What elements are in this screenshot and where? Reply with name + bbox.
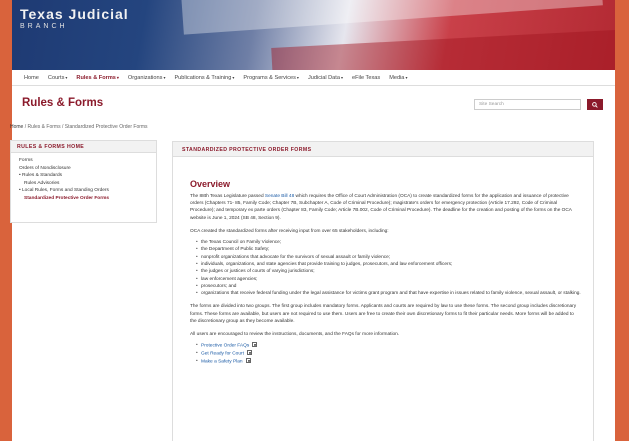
sidebar-list: Forms Orders of Nondisclosure • Rules & St… xyxy=(11,153,156,202)
nav-label: Organizations xyxy=(127,74,163,81)
caret-down-icon: ▾ xyxy=(340,74,343,80)
sidebar-item-orders-of-nondisclosure[interactable]: Orders of Nondisclosure xyxy=(19,165,156,173)
list-item: individuals, organizations, and state ag… xyxy=(196,261,581,269)
caret-down-icon: ▾ xyxy=(116,74,119,80)
nav-label: Publications & Training xyxy=(174,74,232,81)
resource-link[interactable]: Protective Order FAQs xyxy=(196,342,581,350)
stakeholders-intro: OCA created the standardized forms after… xyxy=(190,228,389,234)
intro-paragraph: The 88th Texas Legislature passed Senate… xyxy=(190,193,581,222)
senate-bill-link[interactable]: Senate Bill 48 xyxy=(265,194,294,199)
resource-link-label: Make a Safety Plan xyxy=(201,359,243,365)
search-icon xyxy=(592,101,598,108)
main-content: Overview The 88th Texas Legislature pass… xyxy=(173,179,593,366)
list-item: the Department of Public Safety; xyxy=(196,246,581,254)
list-item: the Texas Council on Family Violence; xyxy=(196,239,581,247)
caret-down-icon: ▾ xyxy=(163,74,166,80)
nav-item-home[interactable]: Home xyxy=(24,75,39,81)
caret-down-icon: ▾ xyxy=(232,74,235,80)
nav-item-rules-forms[interactable]: Rules & Forms▾ xyxy=(76,75,119,81)
sidebar-item-rules-standards[interactable]: • Rules & Standards xyxy=(19,172,156,180)
stakeholder-list: the Texas Council on Family Violence;the… xyxy=(190,239,581,298)
caret-down-icon: ▾ xyxy=(296,74,299,80)
nav-item-media[interactable]: Media▾ xyxy=(389,75,407,81)
nav-item-publications-training[interactable]: Publications & Training▾ xyxy=(174,75,234,81)
nav-item-programs-services[interactable]: Programs & Services▾ xyxy=(243,75,299,81)
page-title: Rules & Forms xyxy=(22,97,104,109)
list-item: prosecutors; and xyxy=(196,283,581,291)
nav-label: Media xyxy=(389,74,405,81)
overview-heading: Overview xyxy=(190,179,231,189)
resource-link[interactable]: Get Ready for Court xyxy=(196,350,581,358)
forms-groups-paragraph: The forms are divided into two groups. T… xyxy=(190,304,577,324)
list-item: law enforcement agencies; xyxy=(196,276,581,284)
intro-text-pre: The 88th Texas Legislature passed xyxy=(190,194,265,199)
nav-label: Programs & Services xyxy=(243,74,296,81)
site-logo[interactable]: Texas Judicial BRANCH xyxy=(20,6,129,30)
document-icon xyxy=(245,358,251,364)
main-panel: STANDARDIZED PROTECTIVE ORDER FORMS Over… xyxy=(172,141,594,441)
sidebar-item-local-rules-forms-and-standing-orders[interactable]: • Local Rules, Forms and Standing Orders xyxy=(19,187,156,195)
main-nav: Home Courts▾ Rules & Forms▾ Organizations▾ P… xyxy=(12,70,615,86)
banner-flag-stripe-red xyxy=(271,28,615,70)
nav-label: eFile Texas xyxy=(351,74,381,81)
resource-link-label: Protective Order FAQs xyxy=(201,343,250,349)
resource-link-label: Get Ready for Court xyxy=(201,351,244,357)
banner-flag-stripe xyxy=(181,0,603,35)
search-input[interactable]: Site Search xyxy=(474,99,581,110)
nav-item-judicial-data[interactable]: Judicial Data▾ xyxy=(308,75,343,81)
resource-link[interactable]: Make a Safety Plan xyxy=(196,358,581,366)
site-banner: Texas Judicial BRANCH xyxy=(12,0,615,70)
nav-item-organizations[interactable]: Organizations▾ xyxy=(128,75,166,81)
sidebar-heading[interactable]: RULES & FORMS HOME xyxy=(11,141,156,153)
breadcrumb: Home / Rules & Forms / Standardized Prot… xyxy=(10,124,148,130)
right-frame xyxy=(615,0,629,441)
resource-links: Protective Order FAQs Get Ready for Court… xyxy=(190,342,581,366)
main-heading: STANDARDIZED PROTECTIVE ORDER FORMS xyxy=(173,142,593,157)
review-paragraph: All users are encouraged to review the i… xyxy=(190,332,400,337)
document-icon xyxy=(246,350,252,356)
nav-label: Judicial Data xyxy=(307,74,340,81)
document-icon xyxy=(252,342,258,348)
list-item: nonprofit organizations that advocate fo… xyxy=(196,254,581,262)
sidebar-item-standardized-protective-order-forms[interactable]: Standardized Protective Order Forms xyxy=(19,195,156,203)
search-button[interactable] xyxy=(587,99,603,110)
breadcrumb-path: / Rules & Forms / Standardized Protectiv… xyxy=(23,124,148,130)
list-item: organizations that receive federal fundi… xyxy=(196,290,581,298)
nav-label: Home xyxy=(24,74,39,81)
sidebar-item-rules-advisories[interactable]: Rules Advisories xyxy=(19,180,156,188)
caret-down-icon: ▾ xyxy=(65,74,68,80)
nav-item-courts[interactable]: Courts▾ xyxy=(48,75,68,81)
nav-label: Rules & Forms xyxy=(76,74,116,81)
caret-down-icon: ▾ xyxy=(405,74,408,80)
sidebar: RULES & FORMS HOME Forms Orders of Nondis… xyxy=(10,140,157,223)
nav-item-efile-texas[interactable]: eFile Texas xyxy=(352,75,380,81)
logo-subtitle: BRANCH xyxy=(20,23,68,30)
logo-title: Texas Judicial xyxy=(20,6,129,22)
breadcrumb-home[interactable]: Home xyxy=(10,124,23,130)
header-row: Rules & Forms Site Search xyxy=(12,86,615,116)
list-item: the judges or justices of courts of vary… xyxy=(196,268,581,276)
sidebar-item-forms[interactable]: Forms xyxy=(19,157,156,165)
nav-label: Courts xyxy=(47,74,65,81)
